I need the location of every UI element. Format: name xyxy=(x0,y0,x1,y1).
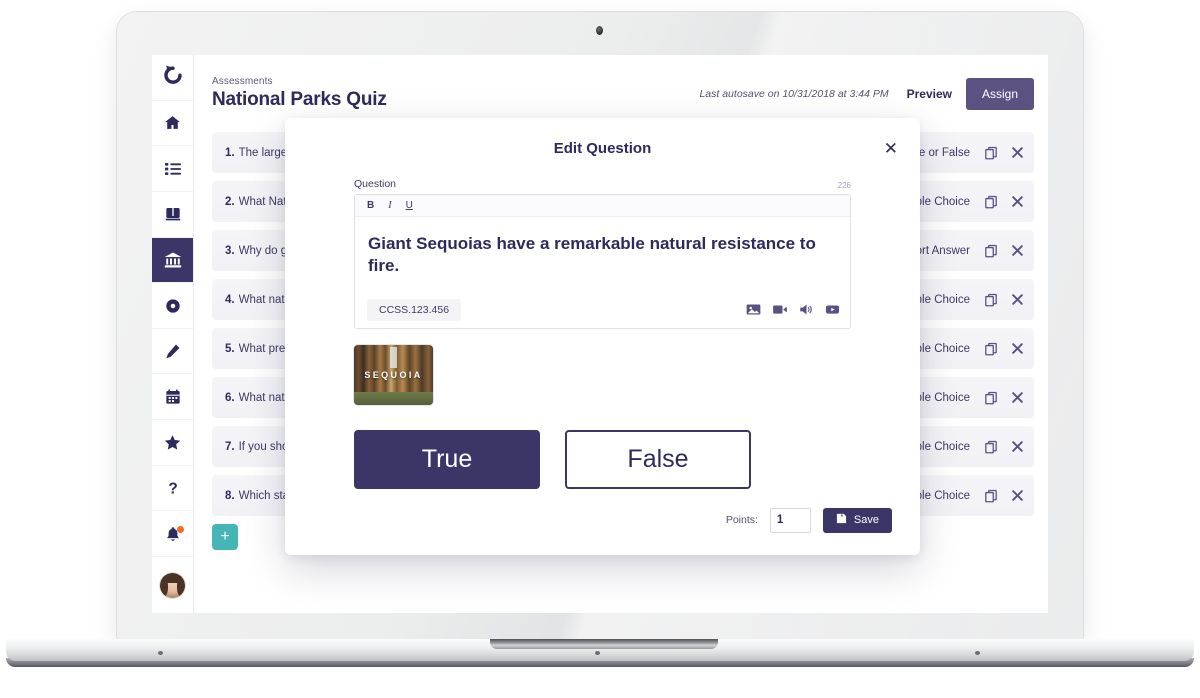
sidebar-avatar[interactable] xyxy=(152,556,193,613)
answer-choices: True False xyxy=(354,429,851,489)
underline-button[interactable]: U xyxy=(406,200,413,211)
breadcrumb[interactable]: Assessments xyxy=(212,76,699,87)
duplicate-icon[interactable] xyxy=(984,489,998,503)
circular-arrow-logo-icon xyxy=(161,63,185,92)
sidebar-item-library[interactable] xyxy=(152,190,193,237)
save-button-label: Save xyxy=(853,514,879,526)
modal-body: Question 226 B I U Giant Sequoias have a… xyxy=(285,178,920,493)
modal-header: Edit Question ✕ xyxy=(285,118,920,178)
question-number: 3. xyxy=(225,244,235,257)
standard-tag[interactable]: CCSS.123.456 xyxy=(367,298,462,321)
bank-icon xyxy=(164,251,182,269)
laptop-base-notch xyxy=(490,639,718,649)
add-question-button[interactable]: + xyxy=(212,524,238,550)
duplicate-icon[interactable] xyxy=(984,195,998,209)
question-number: 8. xyxy=(225,489,235,502)
points-label: Points: xyxy=(725,514,758,526)
duplicate-icon[interactable] xyxy=(984,391,998,405)
delete-icon[interactable] xyxy=(1011,489,1024,502)
editor-toolbar: B I U xyxy=(355,195,850,217)
sidebar-item-help[interactable]: ? xyxy=(152,464,193,511)
avatar xyxy=(160,572,185,598)
laptop-screen: ? Assessments National Parks Quiz Last a… xyxy=(152,55,1048,613)
sidebar-item-classes[interactable] xyxy=(152,145,193,191)
points-input[interactable] xyxy=(769,507,811,533)
character-counter: 226 xyxy=(837,181,851,190)
record-icon xyxy=(165,298,181,314)
modal-title: Edit Question xyxy=(553,139,652,157)
delete-icon[interactable] xyxy=(1011,342,1024,355)
youtube-icon[interactable] xyxy=(825,302,840,317)
sidebar-item-calendar[interactable] xyxy=(152,373,193,419)
question-mark-icon: ? xyxy=(165,480,181,496)
assign-button[interactable]: Assign xyxy=(965,77,1034,110)
question-field-header: Question 226 xyxy=(354,178,851,190)
media-insert-toolbar xyxy=(746,302,840,317)
answer-choice-true[interactable]: True xyxy=(354,429,540,489)
image-icon[interactable] xyxy=(746,302,761,317)
delete-icon[interactable] xyxy=(1011,391,1024,404)
attachment-thumbnail[interactable]: SEQUOIA xyxy=(354,344,433,405)
duplicate-icon[interactable] xyxy=(984,342,998,356)
duplicate-icon[interactable] xyxy=(984,440,998,454)
editor-footer: CCSS.123.456 xyxy=(355,292,850,328)
answer-choice-false[interactable]: False xyxy=(565,429,751,489)
delete-icon[interactable] xyxy=(1011,146,1024,159)
duplicate-icon[interactable] xyxy=(984,293,998,307)
page-title: National Parks Quiz xyxy=(212,89,387,110)
calendar-icon xyxy=(165,389,181,405)
question-number: 1. xyxy=(225,146,235,159)
italic-button[interactable]: I xyxy=(388,200,391,211)
preview-button[interactable]: Preview xyxy=(907,87,952,101)
audio-icon[interactable] xyxy=(799,302,814,317)
sidebar: ? xyxy=(152,55,194,613)
pencil-icon xyxy=(165,343,181,359)
modal-overlay: Edit Question ✕ Question 226 B I U Giant… xyxy=(152,55,1048,613)
duplicate-icon[interactable] xyxy=(984,146,998,160)
svg-text:?: ? xyxy=(168,480,177,496)
book-icon xyxy=(165,206,181,222)
rich-text-editor: B I U Giant Sequoias have a remarkable n… xyxy=(354,194,851,329)
question-number: 6. xyxy=(225,391,235,404)
laptop-mockup: ? Assessments National Parks Quiz Last a… xyxy=(0,0,1200,698)
sidebar-item-favorites[interactable] xyxy=(152,419,193,465)
modal-footer: Points: Save xyxy=(285,493,920,555)
delete-icon[interactable] xyxy=(1011,440,1024,453)
star-icon xyxy=(164,434,181,451)
autosave-status: Last autosave on 10/31/2018 at 3:44 PM xyxy=(699,87,889,100)
save-button[interactable]: Save xyxy=(822,507,892,533)
video-icon[interactable] xyxy=(772,302,788,317)
sidebar-item-assessments[interactable] xyxy=(152,236,193,283)
sidebar-item-notifications[interactable] xyxy=(152,510,193,556)
question-label: Question xyxy=(354,178,397,190)
save-icon xyxy=(836,513,847,527)
close-icon[interactable]: ✕ xyxy=(884,140,898,157)
notification-badge xyxy=(177,526,184,534)
home-icon xyxy=(164,114,181,131)
bold-button[interactable]: B xyxy=(367,200,374,211)
delete-icon[interactable] xyxy=(1011,293,1024,306)
edit-question-modal: Edit Question ✕ Question 226 B I U Giant… xyxy=(285,118,920,555)
delete-icon[interactable] xyxy=(1011,195,1024,208)
duplicate-icon[interactable] xyxy=(984,244,998,258)
question-number: 7. xyxy=(225,440,235,453)
title-block: Assessments National Parks Quiz xyxy=(212,76,699,111)
question-text-input[interactable]: Giant Sequoias have a remarkable natural… xyxy=(355,217,850,292)
sidebar-item-home[interactable] xyxy=(152,99,193,146)
question-number: 4. xyxy=(225,293,235,306)
delete-icon[interactable] xyxy=(1011,244,1024,257)
app-logo[interactable] xyxy=(152,55,193,100)
list-icon xyxy=(164,161,181,177)
webcam-dot xyxy=(596,26,603,35)
question-number: 5. xyxy=(225,342,235,355)
sidebar-item-reports[interactable] xyxy=(152,282,193,328)
sidebar-item-grading[interactable] xyxy=(152,327,193,374)
attachment-label: SEQUOIA xyxy=(364,370,423,381)
question-number: 2. xyxy=(225,195,235,208)
